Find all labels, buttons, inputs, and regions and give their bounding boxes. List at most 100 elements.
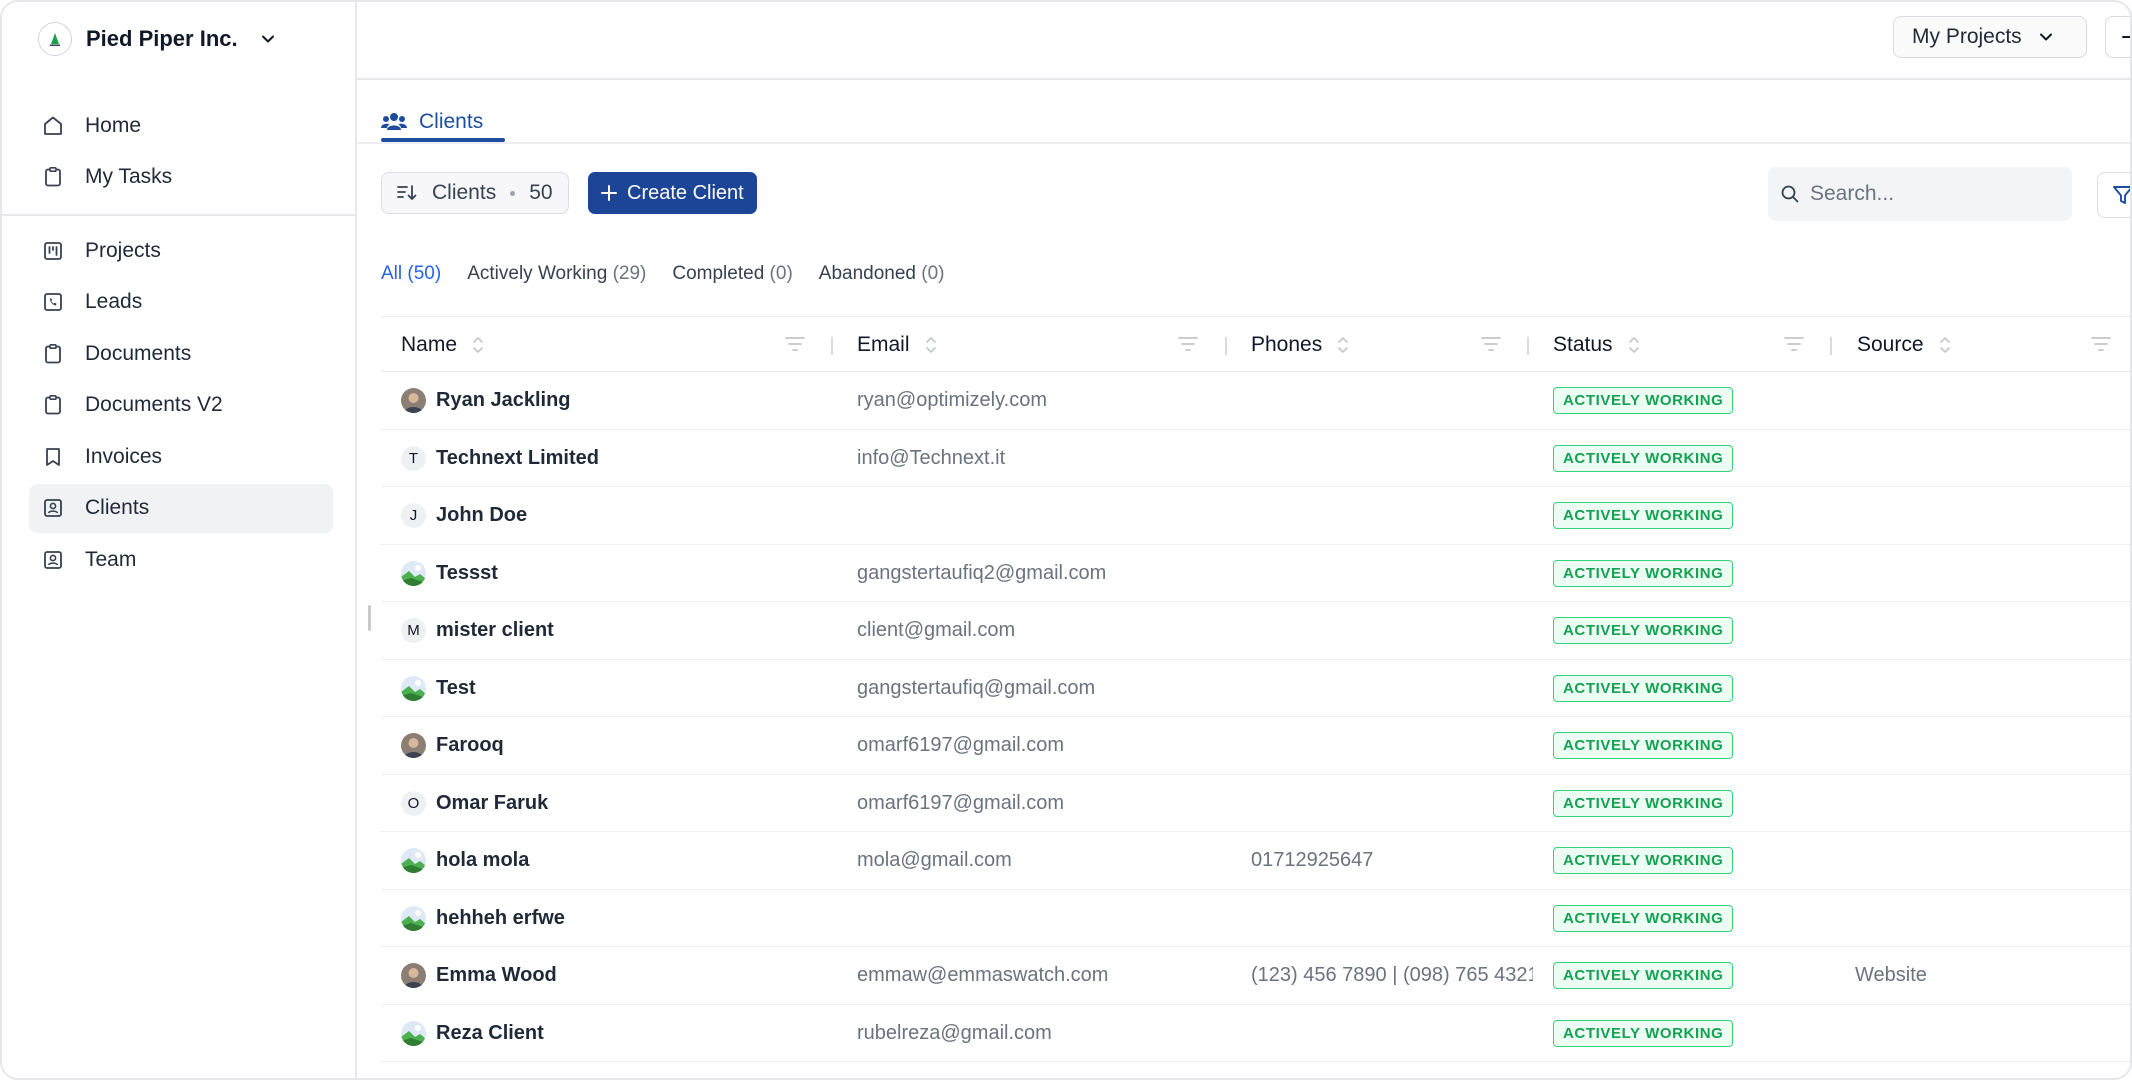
client-name-cell[interactable]: Farooq bbox=[401, 717, 504, 775]
client-name-cell[interactable]: hehheh erfwe bbox=[401, 890, 565, 948]
sidebar-item-team[interactable]: Team bbox=[29, 535, 333, 584]
status-badge[interactable]: ACTIVELY WORKING bbox=[1553, 387, 1734, 415]
sidebar-item-leads[interactable]: Leads bbox=[29, 278, 333, 327]
table-row[interactable]: Test gangstertaufiq@gmail.com ACTIVELY WOR… bbox=[381, 660, 2130, 718]
column-divider[interactable] bbox=[1225, 337, 1227, 355]
filter-tab-completed[interactable]: Completed (0) bbox=[672, 263, 792, 285]
column-filter-icon[interactable] bbox=[785, 336, 805, 352]
sort-toggle-icon[interactable] bbox=[1336, 334, 1350, 356]
table-row[interactable]: hola mola mola@gmail.com 01712925647 ACTIVE… bbox=[381, 832, 2130, 890]
table-row[interactable]: Emma Wood emmaw@emmaswatch.com (123) 456 7… bbox=[381, 947, 2130, 1005]
status-cell: ACTIVELY WORKING bbox=[1553, 775, 1734, 833]
search-input[interactable] bbox=[1810, 182, 2050, 206]
sidebar-item-invoices[interactable]: Invoices bbox=[29, 432, 333, 481]
client-phones bbox=[1251, 890, 1533, 948]
filter-button[interactable] bbox=[2097, 172, 2130, 218]
bookmark-icon bbox=[46, 447, 60, 466]
add-button[interactable] bbox=[2105, 16, 2130, 58]
my-projects-dropdown[interactable]: My Projects bbox=[1893, 16, 2087, 58]
status-badge[interactable]: ACTIVELY WORKING bbox=[1553, 444, 1734, 472]
client-name-cell[interactable]: Emma Wood bbox=[401, 947, 557, 1005]
client-name: Technext Limited bbox=[436, 446, 599, 469]
column-header-source[interactable]: Source bbox=[1857, 317, 1952, 373]
status-badge[interactable]: ACTIVELY WORKING bbox=[1553, 502, 1734, 530]
status-badge[interactable]: ACTIVELY WORKING bbox=[1553, 1019, 1734, 1047]
client-name-cell[interactable]: Tessst bbox=[401, 545, 498, 603]
sidebar-item-home[interactable]: Home bbox=[29, 101, 333, 150]
client-name-cell[interactable]: hola mola bbox=[401, 832, 529, 890]
sidebar-item-documents-v2[interactable]: Documents V2 bbox=[29, 381, 333, 430]
contact-icon bbox=[44, 550, 62, 569]
nav-primary: Home My Tasks bbox=[29, 101, 333, 204]
filter-tab-all[interactable]: All (50) bbox=[381, 263, 441, 285]
sidebar-item-documents[interactable]: Documents bbox=[29, 329, 333, 378]
table-row[interactable]: hehheh erfwe ACTIVELY WORKING bbox=[381, 890, 2130, 948]
sidebar-item-projects[interactable]: Projects bbox=[29, 226, 333, 275]
sort-toggle-icon[interactable] bbox=[924, 334, 938, 356]
table-row[interactable]: O Omar Faruk omarf6197@gmail.com ACTIVELY W… bbox=[381, 775, 2130, 833]
client-name-cell[interactable]: T Technext Limited bbox=[401, 430, 599, 488]
tab-clients[interactable]: Clients bbox=[381, 102, 483, 142]
create-client-button[interactable]: Create Client bbox=[588, 172, 757, 214]
column-filter-icon[interactable] bbox=[2091, 336, 2111, 352]
status-cell: ACTIVELY WORKING bbox=[1553, 660, 1734, 718]
client-email: ryan@optimizely.com bbox=[857, 389, 1047, 412]
plus-icon bbox=[601, 185, 617, 201]
status-badge[interactable]: ACTIVELY WORKING bbox=[1553, 847, 1734, 875]
column-header-status[interactable]: Status bbox=[1553, 317, 1641, 373]
client-name-cell[interactable]: Mmister client bbox=[401, 602, 554, 660]
client-name-cell[interactable]: Reza Client bbox=[401, 1005, 544, 1063]
table-row[interactable]: Tessst gangstertaufiq2@gmail.com ACTIVELY … bbox=[381, 545, 2130, 603]
status-cell: ACTIVELY WORKING bbox=[1553, 602, 1734, 660]
sort-toggle-icon[interactable] bbox=[471, 334, 485, 356]
table-row[interactable]: Reza Client rubelreza@gmail.com ACTIVELY W… bbox=[381, 1005, 2130, 1063]
avatar bbox=[401, 560, 426, 586]
status-cell: ACTIVELY WORKING bbox=[1553, 832, 1734, 890]
client-name-cell[interactable]: O Omar Faruk bbox=[401, 775, 548, 833]
column-header-name[interactable]: Name bbox=[401, 317, 485, 373]
table-row[interactable]: Farooq omarf6197@gmail.com ACTIVELY WORKIN… bbox=[381, 717, 2130, 775]
table-row[interactable]: T Technext Limited info@Technext.it ACTIVEL… bbox=[381, 430, 2130, 488]
client-name-cell[interactable]: Ryan Jackling bbox=[401, 372, 571, 430]
status-badge[interactable]: ACTIVELY WORKING bbox=[1553, 904, 1734, 932]
table-row[interactable]: Ryan Jackling ryan@optimizely.com ACTIVELY… bbox=[381, 372, 2130, 430]
status-badge[interactable]: ACTIVELY WORKING bbox=[1553, 789, 1734, 817]
column-filter-icon[interactable] bbox=[1784, 336, 1804, 352]
status-badge[interactable]: ACTIVELY WORKING bbox=[1553, 962, 1734, 990]
org-name: Pied Piper Inc. bbox=[86, 26, 238, 51]
avatar bbox=[401, 675, 426, 701]
filter-tab-abandoned[interactable]: Abandoned (0) bbox=[819, 263, 945, 285]
sidebar-item-clients[interactable]: Clients bbox=[29, 483, 333, 533]
avatar: M bbox=[401, 618, 426, 644]
client-phones bbox=[1251, 430, 1533, 488]
client-name-cell[interactable]: J John Doe bbox=[401, 487, 527, 545]
column-filter-icon[interactable] bbox=[1481, 336, 1501, 352]
status-cell: ACTIVELY WORKING bbox=[1553, 545, 1734, 603]
column-header-phones[interactable]: Phones bbox=[1251, 317, 1350, 373]
avatar bbox=[401, 733, 426, 759]
filter-tab-label: Actively Working bbox=[467, 263, 608, 284]
column-divider[interactable] bbox=[1830, 337, 1832, 355]
status-badge[interactable]: ACTIVELY WORKING bbox=[1553, 732, 1734, 760]
table-row[interactable]: Mmister client client@gmail.com ACTIVELY W… bbox=[381, 602, 2130, 660]
sidebar-item-label: Leads bbox=[85, 290, 143, 313]
org-switcher[interactable]: Pied Piper Inc. bbox=[38, 20, 278, 58]
status-badge[interactable]: ACTIVELY WORKING bbox=[1553, 559, 1734, 587]
sort-clients-button[interactable]: Clients 50 bbox=[381, 172, 569, 214]
table-row[interactable]: J John Doe ACTIVELY WORKING bbox=[381, 487, 2130, 545]
sort-toggle-icon[interactable] bbox=[1627, 334, 1641, 356]
column-divider[interactable] bbox=[1527, 337, 1529, 355]
status-badge[interactable]: ACTIVELY WORKING bbox=[1553, 617, 1734, 645]
filter-tab-actively-working[interactable]: Actively Working (29) bbox=[467, 263, 646, 285]
sort-toggle-icon[interactable] bbox=[1938, 334, 1952, 356]
column-divider[interactable] bbox=[831, 337, 833, 355]
column-header-email[interactable]: Email bbox=[857, 317, 938, 373]
filter-tab-count: (0) bbox=[769, 263, 793, 284]
status-badge[interactable]: ACTIVELY WORKING bbox=[1553, 674, 1734, 702]
avatar: O bbox=[401, 790, 426, 816]
column-filter-icon[interactable] bbox=[1178, 336, 1198, 352]
client-email: gangstertaufiq@gmail.com bbox=[857, 676, 1096, 699]
client-name-cell[interactable]: Test bbox=[401, 660, 476, 718]
sidebar-item-my-tasks[interactable]: My Tasks bbox=[29, 153, 333, 202]
status-cell: ACTIVELY WORKING bbox=[1553, 430, 1734, 488]
